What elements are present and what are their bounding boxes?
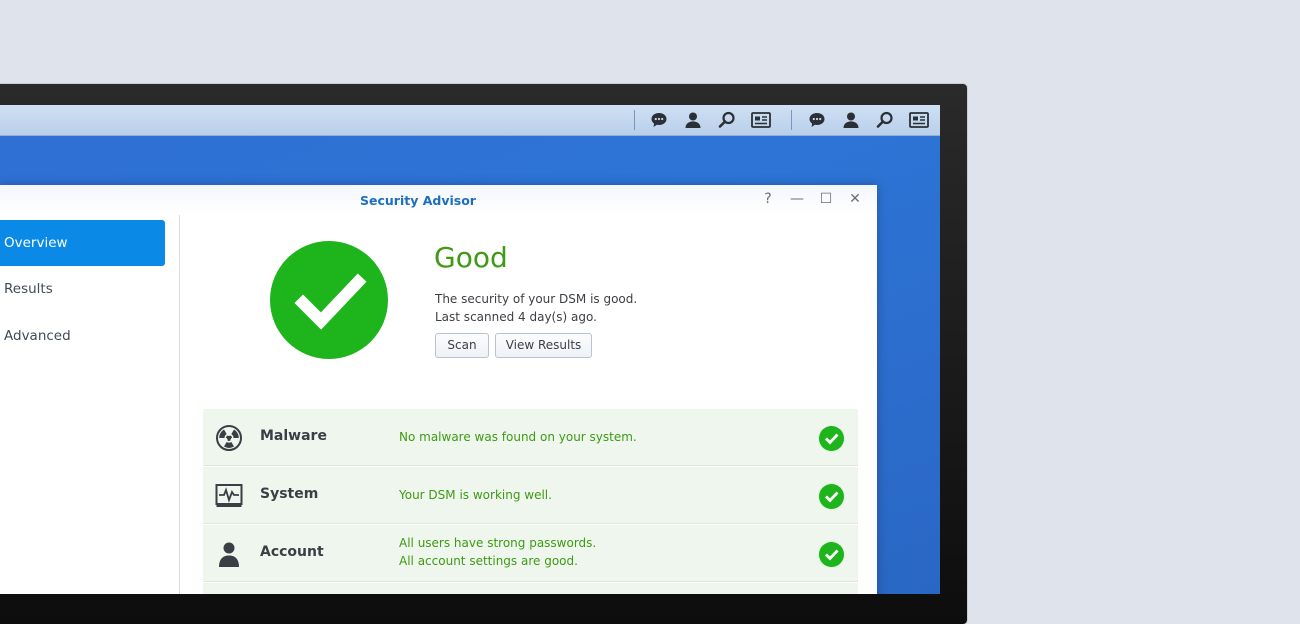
- maximize-button[interactable]: ☐: [818, 191, 834, 207]
- taskbar-separator: [634, 110, 635, 130]
- sidebar-item-advanced[interactable]: Advanced: [0, 313, 165, 359]
- monitor-pulse-icon: [215, 482, 243, 510]
- view-results-button[interactable]: View Results: [495, 333, 592, 358]
- taskbar: [0, 105, 940, 136]
- search-icon[interactable]: [874, 109, 896, 131]
- desktop-screen: Security Advisor ? — ☐ ✕ Overview Result…: [0, 105, 940, 594]
- widgets-icon[interactable]: [750, 109, 772, 131]
- user-icon[interactable]: [682, 109, 704, 131]
- window-controls: ? — ☐ ✕: [760, 191, 863, 207]
- sidebar-item-results[interactable]: Results: [0, 266, 165, 312]
- scan-button[interactable]: Scan: [435, 333, 489, 358]
- last-scanned-text: Last scanned 4 day(s) ago.: [435, 310, 597, 324]
- category-row-account[interactable]: Account All users have strong passwords.…: [203, 525, 858, 582]
- check-circle-icon: [819, 542, 844, 567]
- security-advisor-window: Security Advisor ? — ☐ ✕ Overview Result…: [0, 185, 877, 594]
- window-title-bar[interactable]: Security Advisor ? — ☐ ✕: [0, 185, 877, 215]
- check-circle-icon: [819, 426, 844, 451]
- taskbar-icon-group-1: [648, 109, 772, 131]
- search-icon[interactable]: [716, 109, 738, 131]
- chat-icon[interactable]: [806, 109, 828, 131]
- radiation-icon: [215, 424, 243, 452]
- category-name: System: [260, 486, 319, 502]
- status-good-icon: [270, 241, 388, 359]
- taskbar-icon-group-2: [806, 109, 930, 131]
- taskbar-separator: [791, 110, 792, 130]
- help-button[interactable]: ?: [760, 191, 776, 207]
- close-button[interactable]: ✕: [847, 191, 863, 207]
- chat-icon[interactable]: [648, 109, 670, 131]
- minimize-button[interactable]: —: [789, 191, 805, 207]
- category-row-system[interactable]: System Your DSM is working well.: [203, 467, 858, 524]
- category-message: All account settings are good.: [399, 554, 578, 568]
- category-row-malware[interactable]: Malware No malware was found on your sys…: [203, 409, 858, 466]
- window-title: Security Advisor: [360, 193, 476, 208]
- sidebar: Overview Results Advanced: [0, 215, 180, 594]
- category-message: No malware was found on your system.: [399, 430, 637, 444]
- person-icon: [215, 540, 243, 568]
- check-circle-icon: [819, 484, 844, 509]
- sidebar-item-overview[interactable]: Overview: [0, 220, 165, 266]
- check-icon: [294, 273, 367, 330]
- category-name: Malware: [260, 428, 327, 444]
- category-message: Your DSM is working well.: [399, 488, 552, 502]
- user-icon[interactable]: [840, 109, 862, 131]
- status-message: The security of your DSM is good.: [435, 292, 638, 306]
- category-list: Malware No malware was found on your sys…: [203, 409, 858, 594]
- status-title: Good: [434, 241, 508, 274]
- category-message: All users have strong passwords.: [399, 536, 597, 550]
- category-row-next[interactable]: [203, 583, 858, 594]
- widgets-icon[interactable]: [908, 109, 930, 131]
- category-name: Account: [260, 544, 324, 560]
